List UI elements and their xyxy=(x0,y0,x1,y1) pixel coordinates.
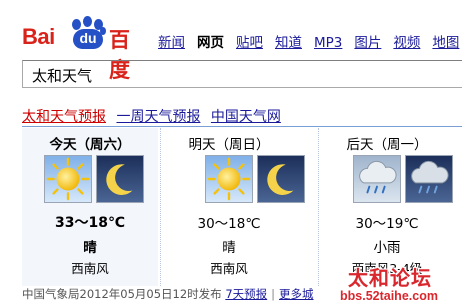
temperature: 33～18℃ xyxy=(55,215,125,231)
nav-web[interactable]: 网页 xyxy=(197,35,224,51)
forum-watermark: 太和论坛 bbs.52taihe.com xyxy=(330,262,462,307)
search-input[interactable]: 太和天气 xyxy=(22,60,462,88)
top-nav: 新闻 网页 贴吧 知道 MP3 图片 视频 地图 xyxy=(158,31,462,51)
condition: 小雨 xyxy=(373,240,401,256)
day-name: 明天（周日） xyxy=(188,137,270,153)
sun-icon xyxy=(44,155,92,203)
condition: 晴 xyxy=(83,240,97,256)
forecast-tomorrow: 明天（周日） 30～18℃ 晴 西南风 xyxy=(160,128,305,286)
paw-icon: du xyxy=(69,16,107,50)
nav-tieba[interactable]: 贴吧 xyxy=(236,35,263,51)
nav-mp3[interactable]: MP3 xyxy=(314,35,342,51)
sun-icon xyxy=(205,155,253,203)
rain-cloud-night-icon xyxy=(405,155,453,203)
nav-news[interactable]: 新闻 xyxy=(158,35,185,51)
footer: 中国气象局2012年05月05日12时发布 7天预报 | 更多城 xyxy=(22,286,314,302)
day-name: 今天（周六） xyxy=(49,137,131,153)
nav-images[interactable]: 图片 xyxy=(354,35,381,51)
nav-map[interactable]: 地图 xyxy=(432,35,459,51)
temperature: 30～18℃ xyxy=(197,216,261,232)
logo-text-bai: Bai xyxy=(22,24,55,49)
wind: 西南风 xyxy=(210,261,248,276)
source-text: 中国气象局2012年05月05日12时发布 xyxy=(22,287,222,301)
watermark-url: bbs.52taihe.com xyxy=(340,289,438,303)
baidu-logo[interactable]: Bai du 百度 xyxy=(22,10,146,82)
condition: 晴 xyxy=(222,240,236,256)
rain-cloud-day-icon xyxy=(353,155,401,203)
wind: 西南风 xyxy=(71,261,109,276)
temperature: 30～19℃ xyxy=(355,216,419,232)
moon-icon xyxy=(96,155,144,203)
watermark-title: 太和论坛 xyxy=(348,266,432,290)
tab-china-weather[interactable]: 中国天气网 xyxy=(211,109,281,125)
day-name: 后天（周一） xyxy=(346,137,428,153)
separator: | xyxy=(271,287,276,301)
logo-text-du: du xyxy=(79,30,97,46)
tab-taihe-forecast[interactable]: 太和天气预报 xyxy=(22,109,106,125)
header: Bai du 百度 新闻 网页 贴吧 知道 MP3 图片 视频 地图 xyxy=(0,0,462,82)
nav-zhidao[interactable]: 知道 xyxy=(275,35,302,51)
moon-icon xyxy=(257,155,305,203)
weather-tabs: 太和天气预报 一周天气预报 中国天气网 xyxy=(22,106,287,126)
seven-day-link[interactable]: 7天预报 xyxy=(225,287,267,301)
more-cities-link[interactable]: 更多城 xyxy=(279,287,314,301)
tab-week-forecast[interactable]: 一周天气预报 xyxy=(116,109,200,125)
nav-video[interactable]: 视频 xyxy=(393,35,420,51)
divider xyxy=(22,126,462,127)
forecast-today: 今天（周六） 33～18℃ 晴 西南风 xyxy=(22,128,158,286)
